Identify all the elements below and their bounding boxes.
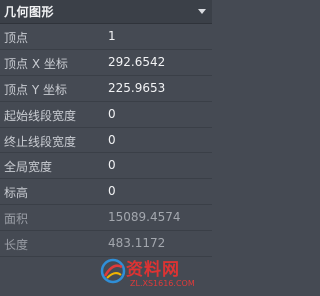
watermark: 资料网 ZL.XS1616.COM <box>100 252 212 296</box>
property-value[interactable]: 0 <box>108 107 116 121</box>
property-row-elevation[interactable]: 标高 0 <box>0 179 212 206</box>
property-value: 483.1172 <box>108 236 166 251</box>
section-title: 几何图形 <box>4 5 55 19</box>
property-row-end-width[interactable]: 终止线段宽度 0 <box>0 128 212 154</box>
property-value[interactable]: 0 <box>108 158 116 172</box>
property-value[interactable]: 0 <box>108 133 116 147</box>
property-row-vertex-x[interactable]: 顶点 X 坐标 292.6542 <box>0 50 212 76</box>
collapse-arrow-icon[interactable] <box>198 9 206 14</box>
property-value: 15089.4574 <box>108 210 181 225</box>
property-label: 顶点 Y 坐标 <box>4 82 67 97</box>
property-row-start-width[interactable]: 起始线段宽度 0 <box>0 102 212 128</box>
property-list: 顶点 1 顶点 X 坐标 292.6542 顶点 Y 坐标 225.9653 起… <box>0 24 212 258</box>
watermark-logo-icon <box>100 258 126 284</box>
property-value[interactable]: 225.9653 <box>108 81 165 95</box>
property-label: 顶点 X 坐标 <box>4 56 68 71</box>
property-label: 起始线段宽度 <box>4 108 77 123</box>
property-label: 标高 <box>4 186 29 201</box>
property-label: 终止线段宽度 <box>4 134 77 149</box>
property-row-vertex[interactable]: 顶点 1 <box>0 24 212 50</box>
properties-panel: 几何图形 顶点 1 顶点 X 坐标 292.6542 顶点 Y 坐标 225.9… <box>0 0 212 296</box>
property-row-area: 面积 15089.4574 <box>0 205 212 232</box>
property-row-global-width[interactable]: 全局宽度 0 <box>0 153 212 180</box>
property-label: 面积 <box>4 212 29 227</box>
property-value[interactable]: 1 <box>108 29 116 43</box>
property-value[interactable]: 292.6542 <box>108 55 165 69</box>
property-value[interactable]: 0 <box>108 184 116 198</box>
watermark-brand: 资料网 <box>126 260 180 280</box>
property-row-vertex-y[interactable]: 顶点 Y 坐标 225.9653 <box>0 76 212 102</box>
property-label: 顶点 <box>4 31 29 45</box>
geometry-section-header[interactable]: 几何图形 <box>0 0 212 24</box>
property-label: 全局宽度 <box>4 160 53 175</box>
property-label: 长度 <box>4 238 29 253</box>
watermark-url: ZL.XS1616.COM <box>130 279 195 288</box>
